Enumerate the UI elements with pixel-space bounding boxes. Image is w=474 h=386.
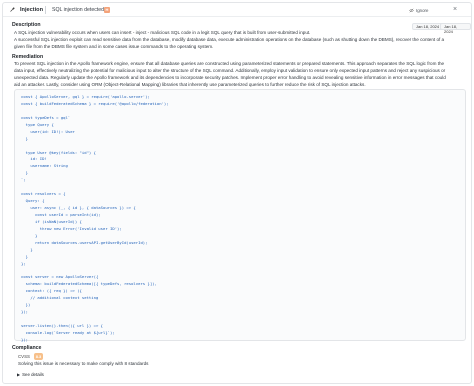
code-line: }); <box>21 336 29 342</box>
code-line: type User @key(fields: "id") { <box>21 149 96 155</box>
code-line: } <box>21 253 29 259</box>
code-line: context: ({ req }) => ({ <box>21 288 82 294</box>
code-line: const server = new ApolloServer({ <box>21 274 99 280</box>
code-line: user(id: ID!): User <box>21 128 75 134</box>
remediation-line: aid an attacker. Lastly, consider using … <box>14 82 366 87</box>
description-line: A successful SQL injection exploit can r… <box>14 37 445 42</box>
code-line: } <box>21 232 38 238</box>
remediation-line: unexpected data. Regularly update the Ap… <box>14 75 446 80</box>
eye-off-icon <box>409 8 414 12</box>
code-line: server.listen().then(({ url }) => { <box>21 322 103 328</box>
header-divider <box>45 6 46 14</box>
code-line: }); <box>21 309 29 315</box>
code-line: const resolvers = { <box>21 191 66 197</box>
code-line: const { ApolloServer, gql } = require('a… <box>21 94 150 99</box>
code-line: schema: buildFederatedSchema([{ typeDefs… <box>21 281 157 287</box>
code-line: }; <box>21 260 26 266</box>
code-line: id: ID! <box>21 156 47 162</box>
see-details-toggle[interactable]: ▶ See details <box>17 372 44 377</box>
code-line: throw new Error('Invalid user ID'); <box>21 225 122 231</box>
code-line: username: String <box>21 163 68 169</box>
code-line: } <box>21 246 33 252</box>
remediation-text: To prevent SQL injection in the Apollo f… <box>14 60 461 88</box>
code-line: } <box>21 135 29 141</box>
cvss-label: CVSS <box>18 354 30 359</box>
code-line: if (isNaN(userId)) { <box>21 218 82 224</box>
code-line: Query: { <box>21 198 45 204</box>
code-line: // additional context setting <box>21 295 99 301</box>
see-details-label: See details <box>22 372 44 377</box>
code-line: const { buildFederatedSchema } = require… <box>21 100 169 106</box>
code-line: `; <box>21 177 26 183</box>
code-line: console.log(`Server ready at ${url}`); <box>21 329 115 335</box>
code-line: user: async (_, { id }, { dataSources })… <box>21 205 136 210</box>
caret-right-icon: ▶ <box>17 372 21 377</box>
description-text: A SQL injection vulnerability occurs whe… <box>14 29 461 50</box>
code-block: const { ApolloServer, gql } = require('a… <box>21 94 169 344</box>
code-line: type Query { <box>21 121 54 127</box>
close-button[interactable]: × <box>450 5 460 15</box>
issue-category: Injection <box>20 7 43 13</box>
code-snippet[interactable]: const { ApolloServer, gql } = require('a… <box>14 89 466 344</box>
cvss-score-badge: 8.3 <box>34 353 43 360</box>
code-line: const typeDefs = gql` <box>21 114 71 120</box>
ignore-button[interactable]: Ignore <box>409 6 439 14</box>
remediation-line: To prevent SQL injection in the Apollo f… <box>14 61 445 66</box>
ignore-label: Ignore <box>416 7 429 13</box>
description-line: given file from the DBMS file system and… <box>14 44 214 49</box>
remediation-line: data input, effectively neutralizing the… <box>14 68 446 73</box>
injection-icon <box>10 7 15 12</box>
code-line: } <box>21 170 29 176</box>
description-line: A SQL injection vulnerability occurs whe… <box>14 30 311 35</box>
issue-header: Injection SQL injection detected H Ignor… <box>3 3 471 17</box>
code-line: }) <box>21 302 31 308</box>
compliance-heading: Compliance <box>12 345 42 351</box>
severity-badge: H <box>104 7 110 13</box>
code-line: const userId = parseInt(id); <box>21 211 101 217</box>
issue-title: SQL injection detected <box>52 7 105 13</box>
compliance-text: Solving this issue is necessary to make … <box>18 361 149 366</box>
issue-detail-panel: Injection SQL injection detected H Ignor… <box>2 2 472 384</box>
description-heading: Description <box>12 22 41 28</box>
code-line: return dataSources.usersAPI.getUserById(… <box>21 239 148 245</box>
